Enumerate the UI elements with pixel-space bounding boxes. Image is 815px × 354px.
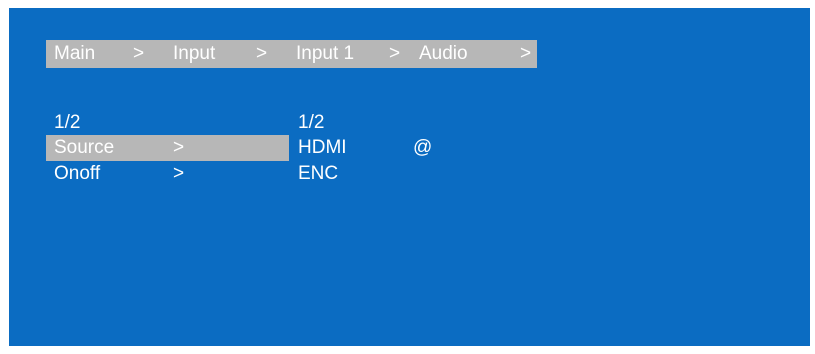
breadcrumb-input-1[interactable]: Input 1 [296,42,354,66]
breadcrumb-separator: > [133,43,145,64]
breadcrumb-separator: > [520,43,532,64]
selected-marker: @ [413,137,433,158]
right-page-indicator: 1/2 [298,112,325,133]
menu-item-arrow: > [173,163,185,184]
breadcrumb-audio[interactable]: Audio [419,42,468,66]
osd-menu-screen: Main > Input > Input 1 > Audio > 1/2 1/2… [9,8,810,346]
menu-item-label: Onoff [54,163,101,184]
menu-item-label: Source [54,137,115,158]
breadcrumb-main[interactable]: Main [54,42,95,66]
source-value: HDMI [298,137,347,158]
onoff-value: ENC [298,163,339,184]
breadcrumb-separator: > [256,43,268,64]
breadcrumb[interactable]: Main > Input > Input 1 > Audio > [46,40,537,68]
breadcrumb-input[interactable]: Input [173,42,215,66]
left-page-indicator: 1/2 [54,112,81,133]
menu-item-arrow: > [173,137,185,158]
menu-item-onoff[interactable]: Onoff > [46,161,289,187]
breadcrumb-separator: > [389,43,401,64]
menu-item-source[interactable]: Source > [46,135,289,161]
